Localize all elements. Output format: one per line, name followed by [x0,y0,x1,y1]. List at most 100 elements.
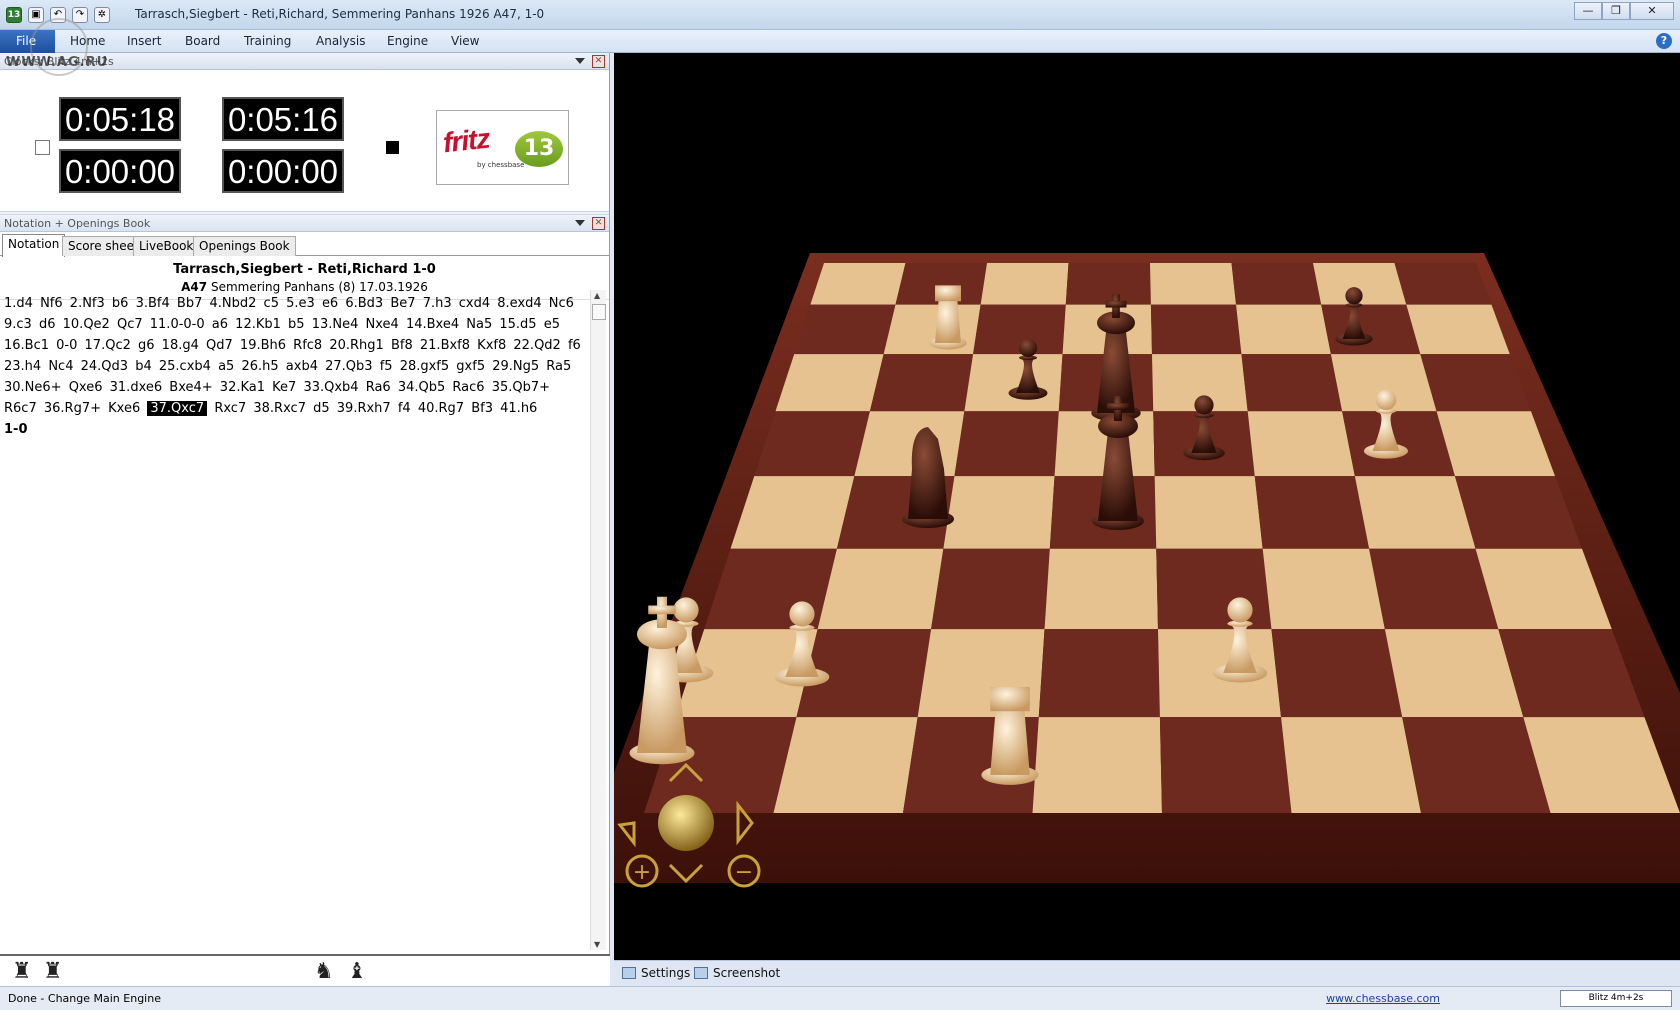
board-square[interactable] [1394,263,1492,305]
scroll-thumb[interactable] [592,304,606,320]
move[interactable]: 33.Qxb4 [303,380,358,395]
menu-training[interactable]: Training [244,34,291,48]
panel-close-icon[interactable]: ✕ [592,55,605,68]
move[interactable]: 4.Nbd2 [210,296,257,311]
move[interactable]: 19.Bh6 [240,338,286,353]
board-square[interactable] [980,263,1069,305]
board-square[interactable] [775,354,884,412]
move[interactable]: b4 [135,359,152,374]
move[interactable]: f4 [398,401,411,416]
board-square[interactable] [1321,304,1421,355]
panel-menu-icon[interactable] [575,58,585,64]
maximize-button[interactable]: ❐ [1602,2,1630,20]
close-button[interactable]: ✕ [1630,2,1674,20]
tab-livebook[interactable]: LiveBook [133,236,200,256]
panel-menu-icon[interactable] [575,220,585,226]
move[interactable]: Nc4 [48,359,73,374]
bishop-icon[interactable]: ♝ [347,961,367,983]
move[interactable]: Rac6 [452,380,484,395]
tab-openings-book[interactable]: Openings Book [193,236,296,256]
board-square[interactable] [1065,263,1151,305]
menu-engine[interactable]: Engine [387,34,428,48]
move[interactable]: Be7 [390,296,415,311]
move[interactable]: Bf8 [391,338,413,353]
move[interactable]: Na5 [466,317,492,332]
move[interactable]: 15.d5 [499,317,536,332]
redo-icon[interactable]: ↷ [72,7,88,23]
move[interactable]: 0-0 [56,338,77,353]
board-square[interactable] [854,411,965,477]
board-square[interactable] [1369,548,1499,630]
move[interactable]: 2.Nf3 [70,296,105,311]
board-square[interactable] [1236,304,1331,355]
board-square[interactable] [954,411,1059,477]
move[interactable]: Ra6 [366,380,391,395]
move[interactable]: 35.Qb7+ [492,380,550,395]
board-square[interactable] [1271,629,1403,718]
move[interactable]: 7.h3 [423,296,452,311]
scroll-down-icon[interactable]: ▼ [594,940,600,949]
board-square[interactable] [1241,354,1343,412]
board-square[interactable] [1038,629,1160,718]
move[interactable]: 25.cxb4 [159,359,211,374]
move[interactable]: f5 [380,359,393,374]
move[interactable]: axb4 [286,359,318,374]
move[interactable]: 27.Qb3 [325,359,372,374]
board-square[interactable] [1254,476,1370,549]
move[interactable]: 34.Qb5 [398,380,445,395]
tab-screenshot[interactable]: Screenshot [694,966,780,980]
white-to-move-checkbox[interactable] [35,140,50,155]
board-square[interactable] [794,304,896,355]
board-square[interactable] [1262,548,1385,630]
board-square[interactable] [810,263,906,305]
move[interactable]: 29.Ng5 [492,359,539,374]
move[interactable]: Bb7 [177,296,202,311]
board-square[interactable] [1150,304,1242,355]
menu-analysis[interactable]: Analysis [316,34,365,48]
board-square[interactable] [964,354,1063,412]
menu-board[interactable]: Board [185,34,220,48]
move[interactable]: Bxe4+ [169,380,212,395]
move[interactable]: 3.Bf4 [136,296,170,311]
move[interactable]: 26.h5 [241,359,278,374]
board-square[interactable] [1154,476,1263,549]
move[interactable]: R6c7 [4,401,37,416]
move[interactable]: 16.Bc1 [4,338,49,353]
board-square[interactable] [931,548,1050,630]
current-move[interactable]: 37.Qxc7 [147,401,208,416]
move[interactable]: Rfc8 [293,338,322,353]
chess-board[interactable]: + − [614,53,1680,960]
rook-icon[interactable]: ♜ [43,961,63,983]
app-icon[interactable]: 13 [6,7,22,23]
move[interactable]: e6 [322,296,338,311]
move[interactable]: 21.Bxf8 [420,338,470,353]
move[interactable]: 36.Rg7+ [44,401,101,416]
move[interactable]: 13.Ne4 [312,317,359,332]
move[interactable]: Ke7 [272,380,296,395]
move[interactable]: 30.Ne6+ [4,380,62,395]
move[interactable]: 5.e3 [286,296,315,311]
rotate-ball-icon[interactable] [658,795,714,851]
board-square[interactable] [1354,476,1476,549]
move[interactable]: 23.h4 [4,359,41,374]
move[interactable]: 10.Qe2 [63,317,110,332]
board-3d[interactable]: + − [614,53,1680,960]
move[interactable]: Nxe4 [366,317,399,332]
move[interactable]: b5 [288,317,305,332]
engine-icon[interactable]: ✲ [94,7,110,23]
move[interactable]: 12.Kb1 [235,317,281,332]
move[interactable]: 32.Ka1 [220,380,265,395]
move[interactable]: 41.h6 [500,401,537,416]
move[interactable]: c5 [264,296,279,311]
move[interactable]: e5 [544,317,560,332]
move[interactable]: 6.Bd3 [345,296,383,311]
tab-settings[interactable]: Settings [622,966,690,980]
move[interactable]: 8.exd4 [497,296,541,311]
move[interactable]: Bf3 [471,401,493,416]
move[interactable]: 11.0-0-0 [150,317,205,332]
board-square[interactable] [1156,548,1272,630]
move[interactable]: 24.Qd3 [81,359,128,374]
scroll-up-icon[interactable]: ▲ [594,291,600,300]
menu-view[interactable]: View [451,34,479,48]
board-square[interactable] [1032,717,1163,813]
